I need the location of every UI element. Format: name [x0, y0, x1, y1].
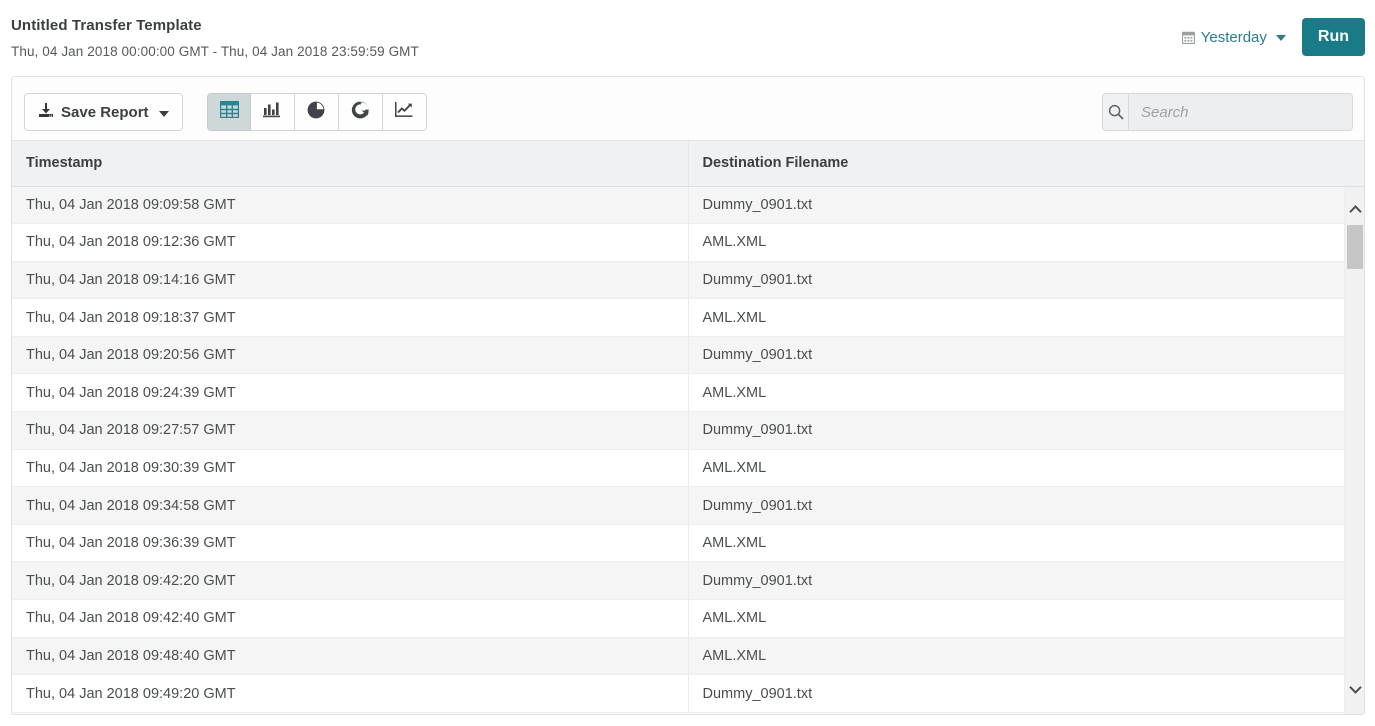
view-line-chart-button[interactable] — [383, 93, 427, 131]
cell-timestamp: Thu, 04 Jan 2018 09:20:56 GMT — [12, 336, 689, 375]
save-report-label: Save Report — [61, 103, 149, 121]
table-row[interactable]: Thu, 04 Jan 2018 09:30:39 GMT AML.XML — [12, 449, 1364, 488]
table-row[interactable]: Thu, 04 Jan 2018 09:12:36 GMT AML.XML — [12, 223, 1364, 262]
donut-chart-icon — [351, 101, 370, 124]
line-chart-icon — [395, 101, 414, 123]
cell-destination-filename: Dummy_0901.txt — [688, 186, 1364, 225]
table-body: Thu, 04 Jan 2018 09:09:58 GMT Dummy_0901.… — [12, 186, 1364, 713]
cell-destination-filename: AML.XML — [688, 373, 1364, 413]
table-header-row: Timestamp Destination Filename — [12, 141, 1364, 187]
view-type-group — [207, 93, 427, 131]
cell-destination-filename: Dummy_0901.txt — [688, 486, 1364, 525]
column-header-destination-filename[interactable]: Destination Filename — [688, 141, 1364, 187]
search-group — [1102, 93, 1353, 131]
table-row[interactable]: Thu, 04 Jan 2018 09:27:57 GMT Dummy_0901.… — [12, 411, 1364, 450]
table-grid-icon — [219, 100, 239, 123]
table-row[interactable]: Thu, 04 Jan 2018 09:14:16 GMT Dummy_0901.… — [12, 261, 1364, 300]
cell-destination-filename: AML.XML — [688, 223, 1364, 262]
cell-destination-filename: Dummy_0901.txt — [688, 411, 1364, 450]
chevron-down-icon[interactable] — [1345, 679, 1364, 699]
cell-destination-filename: Dummy_0901.txt — [688, 674, 1364, 713]
cell-timestamp: Thu, 04 Jan 2018 09:36:39 GMT — [12, 524, 689, 563]
cell-timestamp: Thu, 04 Jan 2018 09:48:40 GMT — [12, 637, 689, 676]
chevron-up-icon[interactable] — [1345, 199, 1364, 219]
view-table-button[interactable] — [207, 93, 251, 131]
table-row[interactable]: Thu, 04 Jan 2018 09:09:58 GMT Dummy_0901.… — [12, 186, 1364, 225]
view-donut-chart-button[interactable] — [339, 93, 383, 131]
table-row[interactable]: Thu, 04 Jan 2018 09:36:39 GMT AML.XML — [12, 524, 1364, 563]
pie-chart-icon — [307, 101, 326, 124]
vertical-scrollbar[interactable] — [1344, 187, 1364, 714]
table-row[interactable]: Thu, 04 Jan 2018 09:42:40 GMT AML.XML — [12, 599, 1364, 638]
date-range-summary: Thu, 04 Jan 2018 00:00:00 GMT - Thu, 04 … — [11, 44, 419, 59]
cell-destination-filename: Dummy_0901.txt — [688, 561, 1364, 601]
cell-destination-filename: Dummy_0901.txt — [688, 261, 1364, 300]
report-table: Timestamp Destination Filename Thu, 04 J… — [12, 141, 1364, 713]
table-row[interactable]: Thu, 04 Jan 2018 09:42:20 GMT Dummy_0901.… — [12, 561, 1364, 601]
header-actions: Yesterday Run — [1180, 18, 1365, 56]
table-row[interactable]: Thu, 04 Jan 2018 09:34:58 GMT Dummy_0901.… — [12, 486, 1364, 525]
scroll-thumb[interactable] — [1347, 225, 1363, 269]
cell-destination-filename: AML.XML — [688, 524, 1364, 563]
cell-timestamp: Thu, 04 Jan 2018 09:42:40 GMT — [12, 599, 689, 638]
cell-destination-filename: AML.XML — [688, 298, 1364, 337]
report-panel: Save Report Search Timestamp Destination… — [11, 76, 1365, 715]
table-row[interactable]: Thu, 04 Jan 2018 09:49:20 GMT Dummy_0901.… — [12, 674, 1364, 713]
search-input[interactable] — [1128, 93, 1353, 131]
report-toolbar: Save Report — [12, 77, 1364, 141]
page-title: Untitled Transfer Template — [11, 17, 202, 34]
caret-down-icon — [1275, 35, 1286, 41]
date-range-label: Yesterday — [1200, 28, 1267, 46]
cell-timestamp: Thu, 04 Jan 2018 09:24:39 GMT — [12, 373, 689, 413]
download-icon — [38, 102, 54, 122]
report-table-container: Timestamp Destination Filename Thu, 04 J… — [12, 141, 1364, 714]
cell-timestamp: Thu, 04 Jan 2018 09:14:16 GMT — [12, 261, 689, 300]
cell-destination-filename: AML.XML — [688, 599, 1364, 638]
table-row[interactable]: Thu, 04 Jan 2018 09:24:39 GMT AML.XML — [12, 373, 1364, 413]
calendar-icon — [1181, 31, 1195, 44]
table-row[interactable]: Thu, 04 Jan 2018 09:20:56 GMT Dummy_0901.… — [12, 336, 1364, 375]
cell-timestamp: Thu, 04 Jan 2018 09:30:39 GMT — [12, 449, 689, 488]
save-report-button[interactable]: Save Report — [24, 93, 183, 131]
cell-timestamp: Thu, 04 Jan 2018 09:49:20 GMT — [12, 674, 689, 713]
table-row[interactable]: Thu, 04 Jan 2018 09:48:40 GMT AML.XML — [12, 637, 1364, 676]
view-pie-chart-button[interactable] — [295, 93, 339, 131]
cell-timestamp: Thu, 04 Jan 2018 09:09:58 GMT — [12, 186, 689, 225]
cell-timestamp: Thu, 04 Jan 2018 09:27:57 GMT — [12, 411, 689, 450]
cell-timestamp: Thu, 04 Jan 2018 09:34:58 GMT — [12, 486, 689, 525]
page-header: Untitled Transfer Template Thu, 04 Jan 2… — [0, 0, 1375, 76]
bar-chart-icon — [263, 101, 282, 123]
run-button[interactable]: Run — [1301, 18, 1365, 56]
cell-timestamp: Thu, 04 Jan 2018 09:12:36 GMT — [12, 223, 689, 262]
cell-destination-filename: AML.XML — [688, 637, 1364, 676]
column-header-timestamp[interactable]: Timestamp — [12, 141, 689, 187]
cell-timestamp: Thu, 04 Jan 2018 09:18:37 GMT — [12, 298, 689, 337]
date-range-picker[interactable]: Yesterday — [1180, 26, 1288, 49]
view-bar-chart-button[interactable] — [251, 93, 295, 131]
cell-destination-filename: AML.XML — [688, 449, 1364, 488]
cell-timestamp: Thu, 04 Jan 2018 09:42:20 GMT — [12, 561, 689, 601]
search-icon[interactable] — [1102, 93, 1128, 131]
table-row[interactable]: Thu, 04 Jan 2018 09:18:37 GMT AML.XML — [12, 298, 1364, 337]
caret-down-icon — [158, 110, 169, 117]
cell-destination-filename: Dummy_0901.txt — [688, 336, 1364, 375]
